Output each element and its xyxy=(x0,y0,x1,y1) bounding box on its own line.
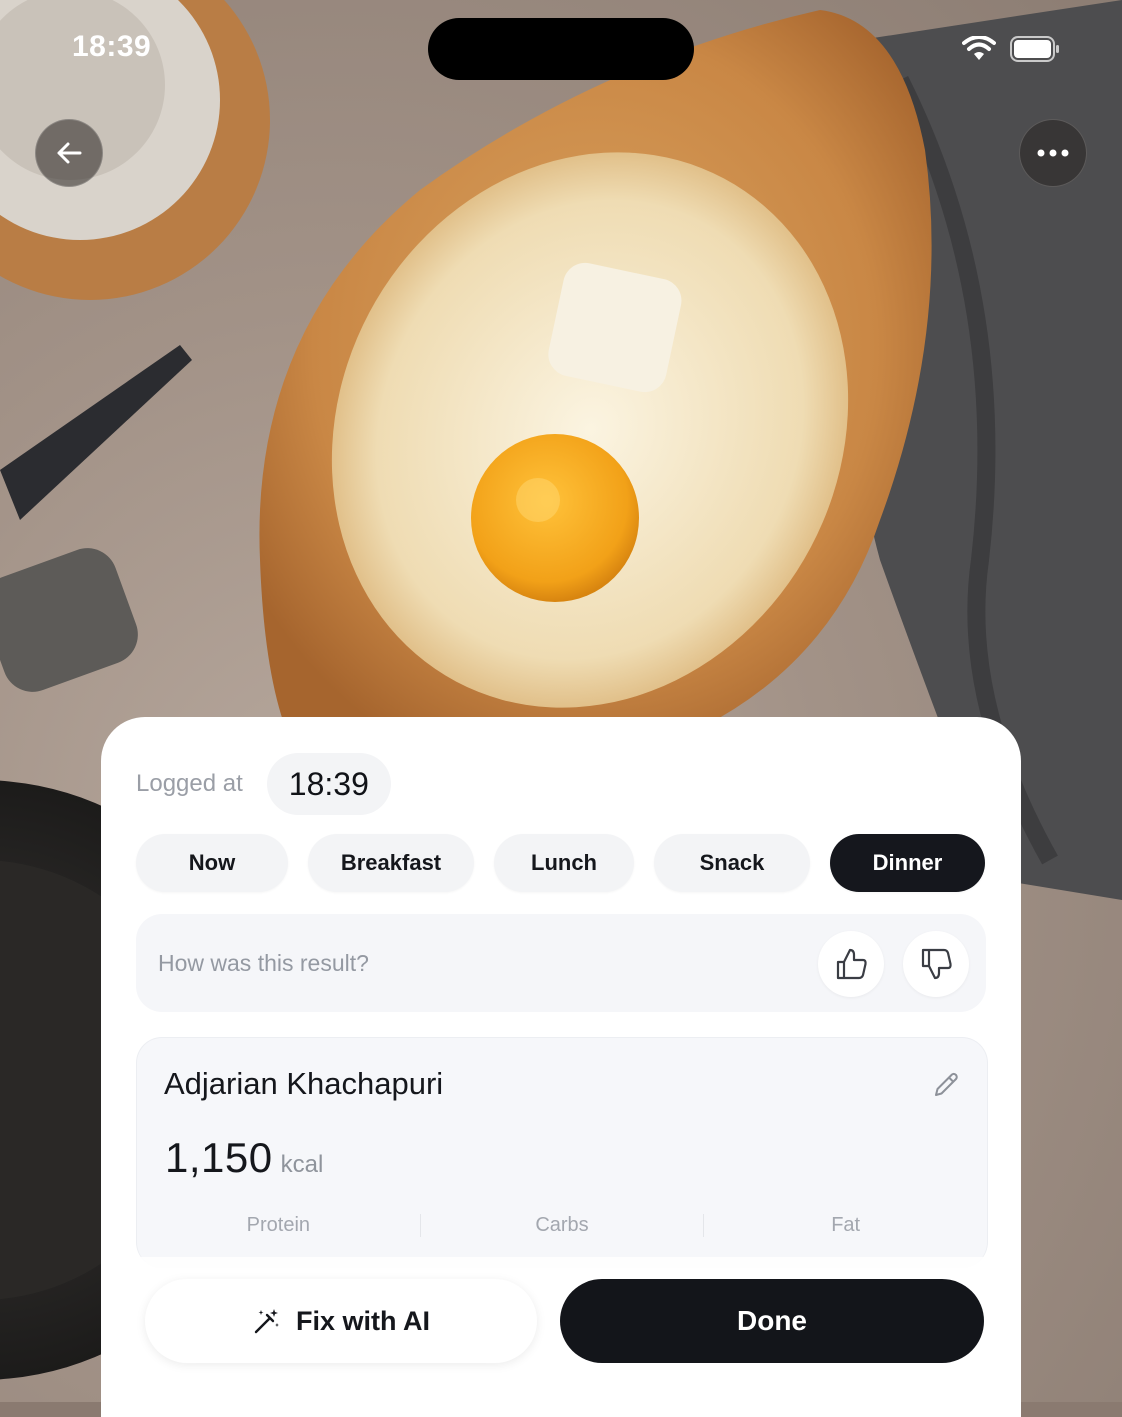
macro-carbs-label: Carbs xyxy=(419,1214,704,1237)
calories-value: 1,150 xyxy=(165,1134,273,1181)
meal-type-selector: Now Breakfast Lunch Snack Dinner xyxy=(136,834,985,892)
logged-at-row: Logged at 18:39 xyxy=(136,753,391,815)
logged-time-picker[interactable]: 18:39 xyxy=(266,753,391,815)
meal-chip-breakfast[interactable]: Breakfast xyxy=(308,834,474,892)
ellipsis-icon xyxy=(1037,149,1069,157)
result-feedback: How was this result? xyxy=(136,914,986,1012)
wifi-icon xyxy=(962,36,996,60)
thumbs-up-button[interactable] xyxy=(818,931,884,997)
calories-row: 1,150 kcal xyxy=(165,1134,323,1182)
macro-fat-label: Fat xyxy=(703,1214,987,1237)
done-button[interactable]: Done xyxy=(560,1279,984,1363)
edit-food-button[interactable] xyxy=(931,1070,961,1105)
thumbs-down-button[interactable] xyxy=(903,931,969,997)
macro-protein-label: Protein xyxy=(246,1214,311,1236)
arrow-left-icon xyxy=(57,142,82,164)
logged-at-label: Logged at xyxy=(136,770,243,797)
meal-chip-now[interactable]: Now xyxy=(136,834,288,892)
meal-chip-snack[interactable]: Snack xyxy=(654,834,810,892)
meal-sheet: Logged at 18:39 Now Breakfast Lunch Snac… xyxy=(101,717,1021,1417)
macros-row: Protein Carbs Fat xyxy=(137,1214,987,1237)
dynamic-island xyxy=(428,18,694,80)
fix-with-ai-button[interactable]: Fix with AI xyxy=(145,1279,537,1363)
back-button[interactable] xyxy=(35,119,103,187)
status-time: 18:39 xyxy=(72,30,152,63)
fix-with-ai-label: Fix with AI xyxy=(296,1305,430,1336)
feedback-prompt: How was this result? xyxy=(158,950,369,976)
thumbs-up-icon xyxy=(836,948,867,980)
magic-wand-icon xyxy=(254,1309,279,1334)
food-name: Adjarian Khachapuri xyxy=(164,1066,444,1101)
meal-chip-dinner[interactable]: Dinner xyxy=(830,834,985,892)
calories-unit: kcal xyxy=(280,1151,324,1178)
thumbs-down-icon xyxy=(921,948,952,980)
food-result-card: Adjarian Khachapuri 1,150 kcal Protein C… xyxy=(136,1037,988,1268)
status-icons xyxy=(962,36,1060,62)
action-bar: Fix with AI Done xyxy=(101,1257,1021,1417)
pencil-icon xyxy=(935,1072,958,1096)
battery-icon xyxy=(1010,36,1059,62)
more-options-button[interactable] xyxy=(1019,119,1087,187)
meal-chip-lunch[interactable]: Lunch xyxy=(494,834,634,892)
